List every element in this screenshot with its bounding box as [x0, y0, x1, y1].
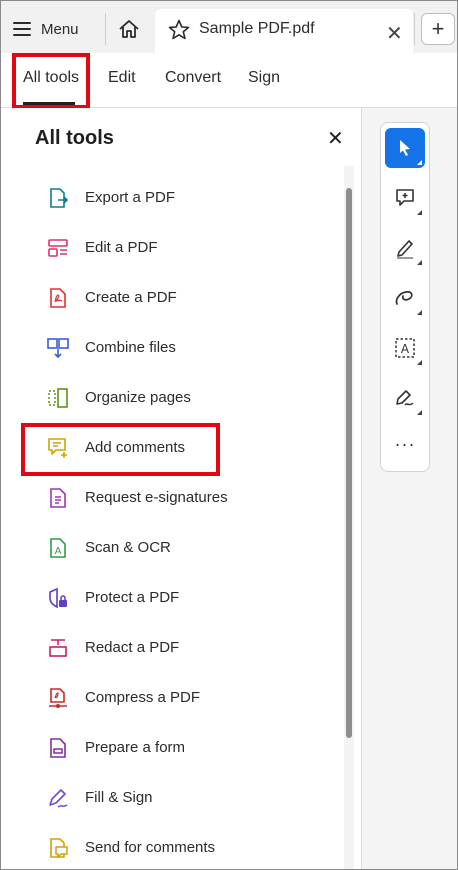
- tool-prepare-form[interactable]: Prepare a form: [47, 733, 185, 763]
- panel-title: All tools: [35, 127, 114, 149]
- edit-pdf-icon: [47, 237, 69, 259]
- tool-label: Combine files: [85, 339, 176, 356]
- protect-pdf-icon: [47, 587, 69, 609]
- add-comment-icon: [396, 189, 414, 206]
- tool-label: Request e-signatures: [85, 489, 228, 506]
- scrollbar-thumb[interactable]: [346, 188, 352, 738]
- tool-organize-pages[interactable]: Organize pages: [47, 383, 191, 413]
- tool-request-esignatures[interactable]: Request e-signatures: [47, 483, 228, 513]
- document-title: Sample PDF.pdf: [199, 20, 315, 37]
- hamburger-icon: [13, 22, 31, 36]
- tool-protect-pdf[interactable]: Protect a PDF: [47, 583, 179, 613]
- highlight-box-add-comments: [21, 423, 220, 476]
- tab-convert[interactable]: Convert: [165, 69, 221, 87]
- submenu-indicator: [417, 310, 422, 315]
- submenu-indicator: [417, 160, 422, 165]
- prepare-form-icon: [47, 737, 69, 759]
- quick-tools-toolbar: A ···: [380, 122, 430, 472]
- fill-sign-icon: [47, 787, 69, 809]
- tool-compress-pdf[interactable]: Compress a PDF: [47, 683, 200, 713]
- tool-label: Fill & Sign: [85, 789, 153, 806]
- tool-edit-pdf[interactable]: Edit a PDF: [47, 233, 158, 263]
- request-esign-icon: [47, 487, 69, 509]
- more-tools-icon[interactable]: ···: [385, 434, 425, 455]
- top-bar: Menu Sample PDF.pdf ✕ +: [1, 1, 457, 54]
- tool-label: Organize pages: [85, 389, 191, 406]
- select-cursor-icon: [400, 140, 410, 156]
- tool-label: Send for comments: [85, 839, 216, 856]
- tool-label: Prepare a form: [85, 739, 186, 756]
- sign-tool-button[interactable]: [385, 378, 425, 418]
- add-comment-tool-button[interactable]: [385, 178, 425, 218]
- new-tab-button[interactable]: +: [421, 13, 455, 45]
- svg-text:A: A: [55, 546, 62, 557]
- create-pdf-icon: [47, 287, 69, 309]
- tool-create-pdf[interactable]: Create a PDF: [47, 283, 177, 313]
- tool-label: Redact a PDF: [85, 639, 180, 656]
- tool-label: Compress a PDF: [85, 689, 201, 706]
- freehand-draw-icon: [395, 291, 413, 305]
- select-tool-button[interactable]: [385, 128, 425, 168]
- highlight-pen-icon: [397, 240, 413, 259]
- scan-ocr-icon: A: [47, 537, 69, 559]
- redact-pdf-icon: [47, 637, 69, 659]
- tool-export-pdf[interactable]: Export a PDF: [47, 183, 175, 213]
- menu-label: Menu: [41, 20, 79, 38]
- export-pdf-icon: [47, 187, 69, 209]
- send-comments-icon: [47, 837, 69, 859]
- organize-pages-icon: [47, 387, 69, 409]
- tab-sign[interactable]: Sign: [248, 69, 280, 87]
- highlight-tool-button[interactable]: [385, 228, 425, 268]
- combine-files-icon: [47, 337, 69, 359]
- menu-button[interactable]: Menu: [13, 15, 79, 43]
- submenu-indicator: [417, 210, 422, 215]
- compress-pdf-icon: [47, 687, 69, 709]
- tab-edit[interactable]: Edit: [108, 69, 136, 87]
- panel-close-icon[interactable]: ✕: [327, 126, 344, 151]
- tool-combine-files[interactable]: Combine files: [47, 333, 176, 363]
- home-button[interactable]: [113, 15, 145, 43]
- tool-label: Scan & OCR: [85, 539, 171, 556]
- tool-label: Create a PDF: [85, 289, 177, 306]
- text-tool-button[interactable]: A: [385, 328, 425, 368]
- tool-send-for-comments[interactable]: Send for comments: [47, 833, 215, 863]
- tool-fill-sign[interactable]: Fill & Sign: [47, 783, 153, 813]
- all-tools-panel: All tools ✕ Export a PDF Edit a PDF Crea…: [1, 108, 361, 869]
- home-icon: [119, 20, 139, 38]
- separator: [105, 13, 106, 45]
- text-select-icon: A: [395, 338, 415, 358]
- submenu-indicator: [417, 410, 422, 415]
- tool-label: Edit a PDF: [85, 239, 158, 256]
- submenu-indicator: [417, 360, 422, 365]
- tool-label: Export a PDF: [85, 189, 176, 206]
- close-tab-icon[interactable]: ✕: [386, 21, 403, 46]
- tool-redact-pdf[interactable]: Redact a PDF: [47, 633, 179, 663]
- document-tab[interactable]: Sample PDF.pdf ✕: [155, 9, 413, 54]
- tool-label: Protect a PDF: [85, 589, 180, 606]
- fill-sign-pen-icon: [396, 390, 414, 406]
- tool-scan-ocr[interactable]: A Scan & OCR: [47, 533, 171, 563]
- separator: [414, 13, 415, 45]
- svg-text:A: A: [401, 342, 410, 356]
- submenu-indicator: [417, 260, 422, 265]
- draw-tool-button[interactable]: [385, 278, 425, 318]
- star-icon[interactable]: [167, 18, 191, 42]
- highlight-box-all-tools: [12, 53, 90, 109]
